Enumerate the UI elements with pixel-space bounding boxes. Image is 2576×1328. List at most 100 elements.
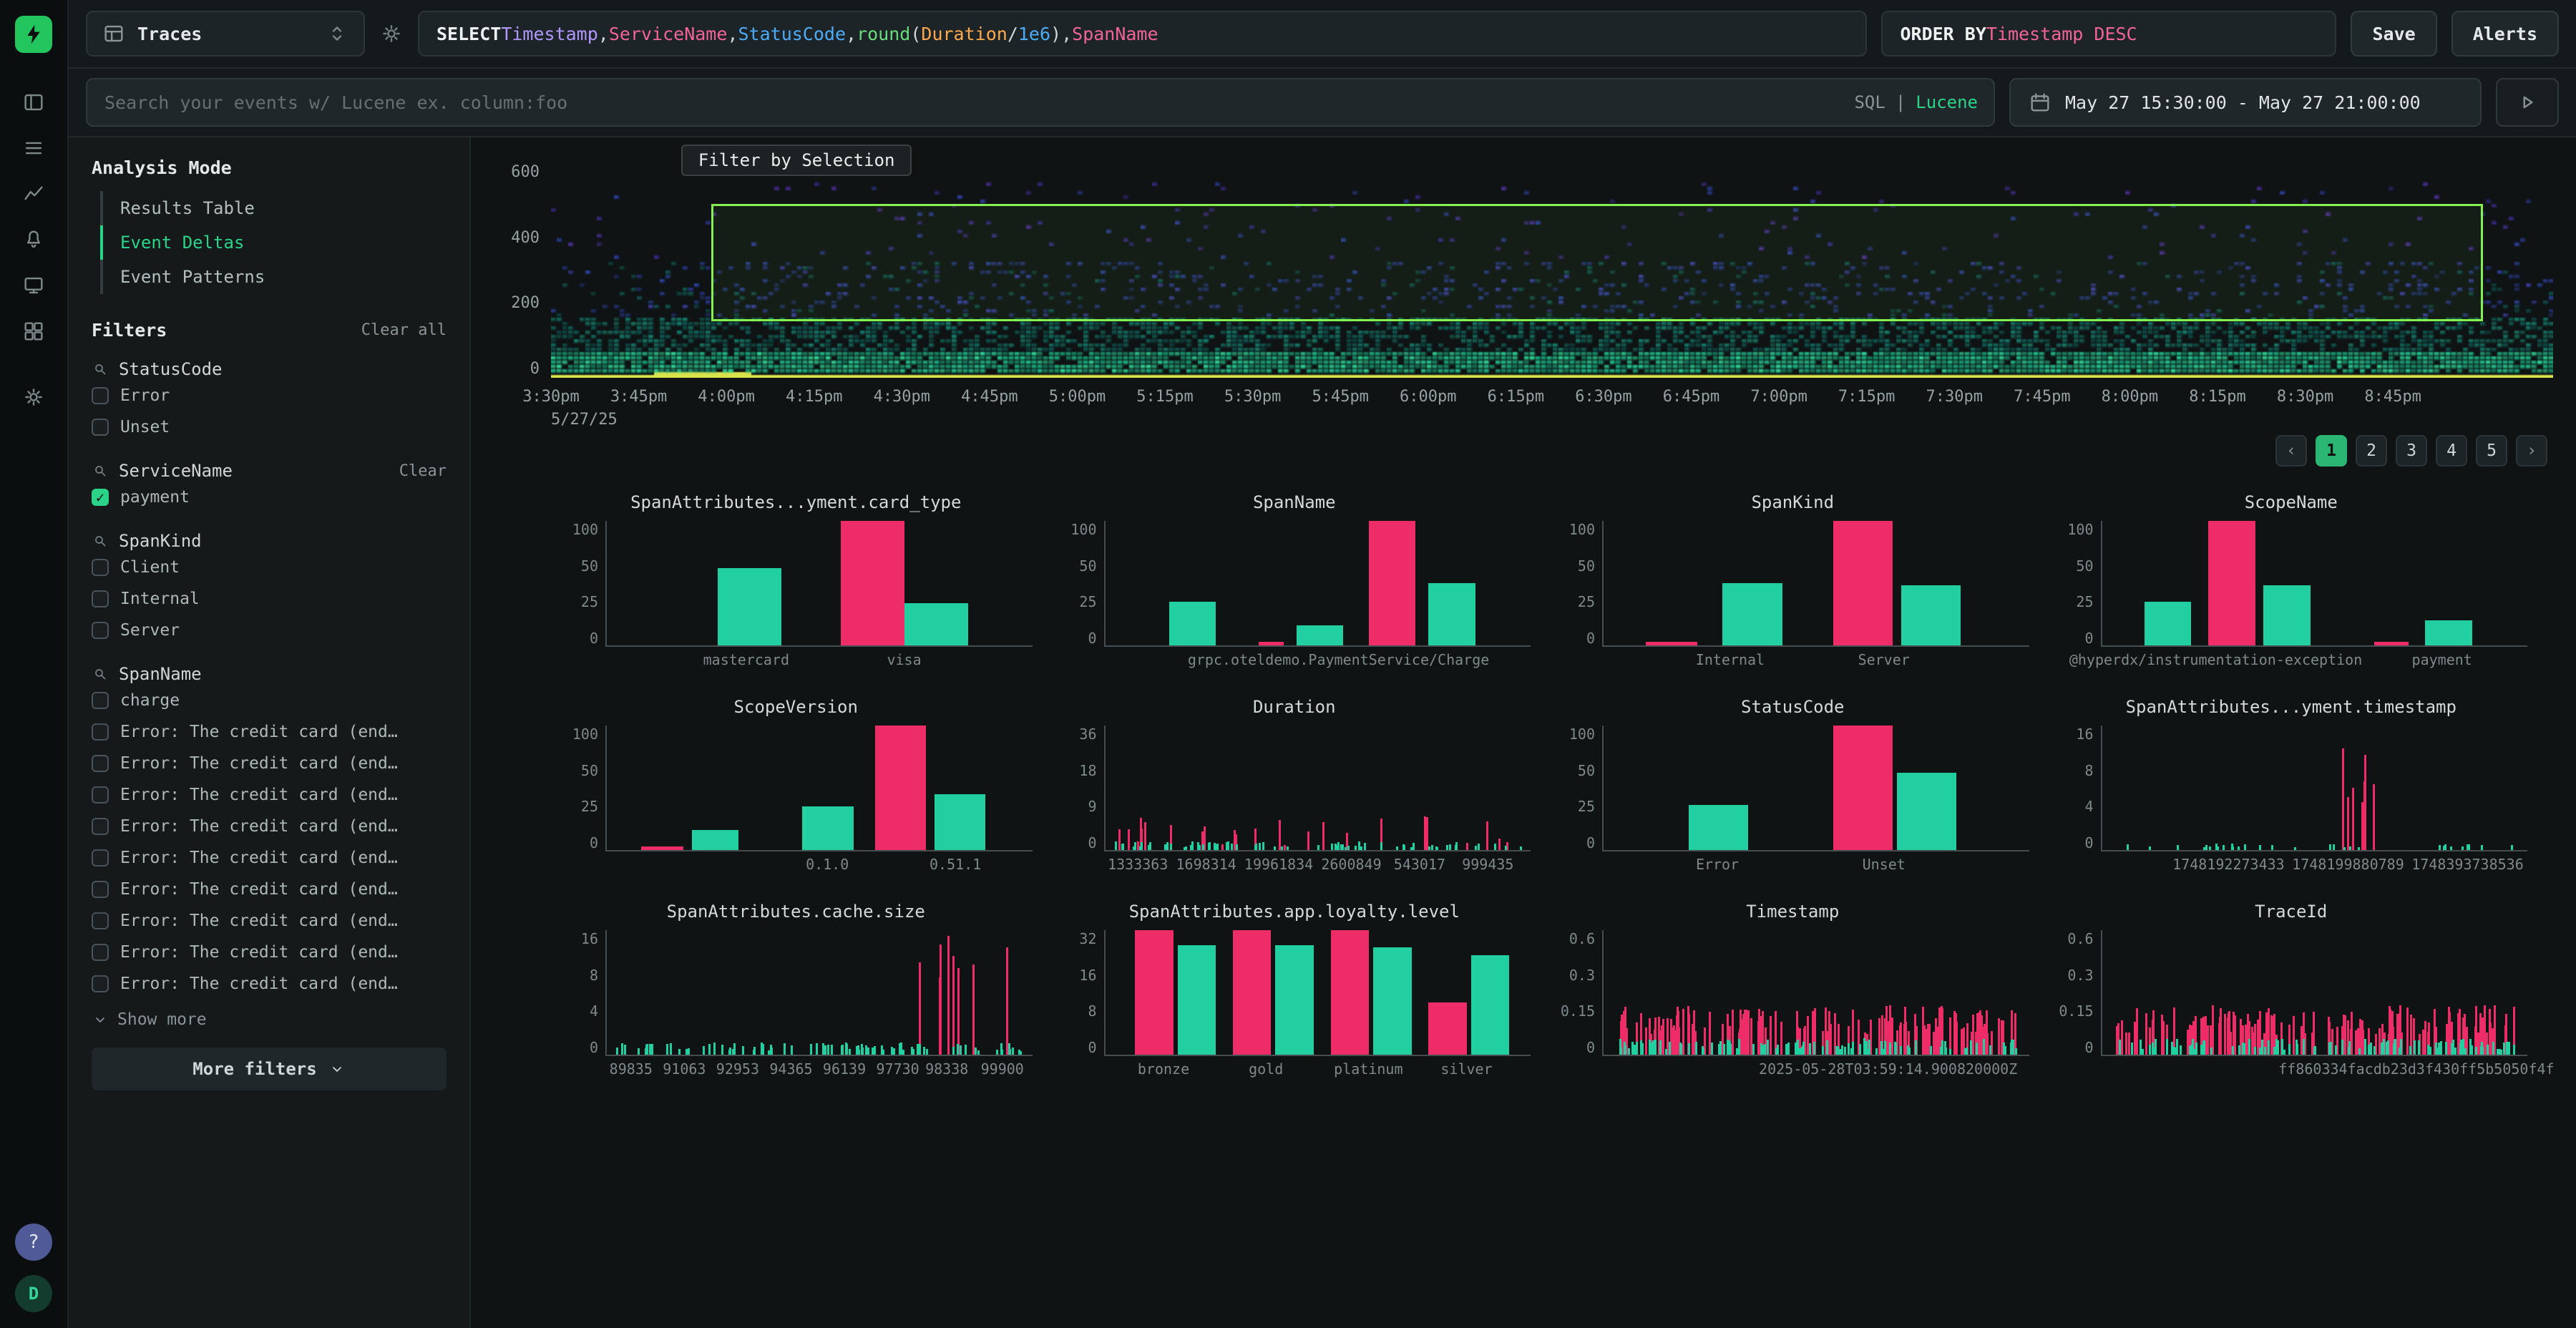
page-button-3[interactable]: 3 — [2396, 435, 2427, 467]
analysis-mode-event-deltas[interactable]: Event Deltas — [100, 225, 447, 260]
heatmap-x-tick: 7:15pm — [1838, 388, 1895, 406]
heatmap-x-tick: 4:15pm — [786, 388, 842, 406]
chart-spike — [1134, 842, 1136, 850]
chart-spike — [1435, 846, 1438, 850]
chart-spike — [2210, 1048, 2212, 1055]
checkbox[interactable] — [92, 387, 109, 404]
x-tick: 0.1.0 — [806, 856, 849, 873]
heatmap-x-tick: 8:00pm — [2102, 388, 2158, 406]
filter-option[interactable]: Client — [92, 552, 447, 582]
hyperdx-logo[interactable] — [15, 16, 52, 53]
gear-icon[interactable] — [21, 385, 46, 409]
chart-spike — [2171, 1042, 2173, 1055]
chart-spike — [2343, 847, 2346, 850]
filter-option[interactable]: Error: The credit card (end… — [92, 717, 447, 747]
checkbox[interactable] — [92, 590, 109, 607]
y-tick: 0.15 — [1556, 1002, 1595, 1020]
user-avatar[interactable]: D — [15, 1275, 52, 1312]
query-settings-gear-icon[interactable] — [379, 21, 404, 46]
grid-icon[interactable] — [21, 319, 46, 343]
filter-option[interactable]: Error: The credit card (end… — [92, 780, 447, 810]
mini-chart-6: StatusCode10050250ErrorUnset — [1556, 697, 2029, 876]
analysis-mode-event-patterns[interactable]: Event Patterns — [100, 260, 447, 294]
checkbox[interactable] — [92, 975, 109, 992]
chart-spike — [1711, 1043, 1713, 1055]
page-button-5[interactable]: 5 — [2476, 435, 2507, 467]
y-tick: 0 — [1556, 834, 1595, 851]
selection-region[interactable] — [711, 204, 2483, 321]
checkbox[interactable] — [92, 692, 109, 709]
filter-option[interactable]: Error: The credit card (end… — [92, 906, 447, 936]
filter-option[interactable]: Error: The credit card (end… — [92, 969, 447, 999]
lucene-mode-label[interactable]: Lucene — [1916, 92, 1978, 112]
filter-option[interactable]: Error: The credit card (end… — [92, 811, 447, 841]
checkbox[interactable] — [92, 912, 109, 929]
prev-page-button[interactable]: ‹ — [2275, 435, 2307, 467]
checkbox[interactable] — [92, 881, 109, 898]
checkbox[interactable] — [92, 723, 109, 741]
filter-option[interactable]: Unset — [92, 412, 447, 442]
filter-group-name: ServiceName — [119, 461, 233, 481]
clear-filter-button[interactable]: Clear — [399, 462, 447, 480]
filter-option[interactable]: Error: The credit card (end… — [92, 748, 447, 778]
bell-icon[interactable] — [21, 228, 46, 252]
filter-by-selection-tooltip[interactable]: Filter by Selection — [681, 145, 912, 176]
chart-spike — [2424, 1021, 2426, 1055]
chart-bar — [2425, 620, 2472, 645]
sql-select-input[interactable]: SELECT Timestamp,ServiceName,StatusCode,… — [418, 11, 1867, 57]
filter-option[interactable]: Error: The credit card (end… — [92, 843, 447, 873]
page-button-2[interactable]: 2 — [2356, 435, 2387, 467]
search-input[interactable] — [86, 78, 1995, 127]
page-button-4[interactable]: 4 — [2436, 435, 2467, 467]
checkbox[interactable] — [92, 419, 109, 436]
chart-bar — [2263, 585, 2310, 645]
chart-spike — [1795, 1045, 1797, 1055]
filter-option[interactable]: ✓payment — [92, 482, 447, 512]
alerts-button[interactable]: Alerts — [2451, 11, 2559, 57]
x-tick: Server — [1858, 651, 1910, 668]
search-row: SQL | Lucene May 27 15:30:00 - May 27 21… — [69, 69, 2576, 137]
sql-mode-label[interactable]: SQL — [1854, 92, 1885, 112]
language-toggle[interactable]: SQL | Lucene — [1854, 92, 1978, 112]
chart-icon[interactable] — [21, 182, 46, 206]
more-filters-button[interactable]: More filters — [92, 1048, 447, 1090]
checkbox[interactable] — [92, 755, 109, 772]
chart-plot — [1602, 726, 2029, 851]
list-icon[interactable] — [21, 136, 46, 160]
heatmap-x-tick: 3:45pm — [610, 388, 667, 406]
filter-option[interactable]: Error — [92, 381, 447, 411]
page-button-1[interactable]: 1 — [2316, 435, 2347, 467]
help-button[interactable]: ? — [15, 1224, 52, 1261]
next-page-button[interactable]: › — [2516, 435, 2547, 467]
topbar: Traces SELECT Timestamp,ServiceName,Stat… — [69, 0, 2576, 69]
layout-icon[interactable] — [21, 90, 46, 114]
checkbox[interactable] — [92, 944, 109, 961]
date-range-picker[interactable]: May 27 15:30:00 - May 27 21:00:00 — [2009, 78, 2482, 127]
monitor-icon[interactable] — [21, 273, 46, 298]
chart-plot — [1104, 726, 1531, 851]
filter-option[interactable]: Server — [92, 615, 447, 645]
checkbox[interactable] — [92, 786, 109, 804]
checkbox[interactable] — [92, 559, 109, 576]
filter-option[interactable]: charge — [92, 685, 447, 716]
save-button[interactable]: Save — [2351, 11, 2436, 57]
checkbox[interactable] — [92, 849, 109, 866]
query-token: Duration — [921, 24, 1007, 44]
order-by-input[interactable]: ORDER BY Timestamp DESC — [1881, 11, 2336, 57]
clear-all-button[interactable]: Clear all — [361, 321, 447, 339]
filter-option[interactable]: Internal — [92, 584, 447, 614]
chart-spike — [2248, 1039, 2250, 1055]
source-select[interactable]: Traces — [86, 11, 365, 57]
chart-spike — [2503, 1043, 2505, 1055]
chart-spike — [1170, 844, 1172, 850]
filter-option[interactable]: Error: The credit card (end… — [92, 937, 447, 967]
checkbox[interactable] — [92, 818, 109, 835]
chart-spike — [893, 1048, 895, 1055]
filter-option[interactable]: Error: The credit card (end… — [92, 874, 447, 904]
show-more-button[interactable]: Show more — [92, 1010, 447, 1029]
checkbox[interactable]: ✓ — [92, 489, 109, 506]
run-query-button[interactable] — [2496, 78, 2559, 127]
checkbox[interactable] — [92, 622, 109, 639]
mini-chart-4: ScopeVersion100502500.1.00.51.1 — [560, 697, 1033, 876]
analysis-mode-results-table[interactable]: Results Table — [100, 191, 447, 225]
